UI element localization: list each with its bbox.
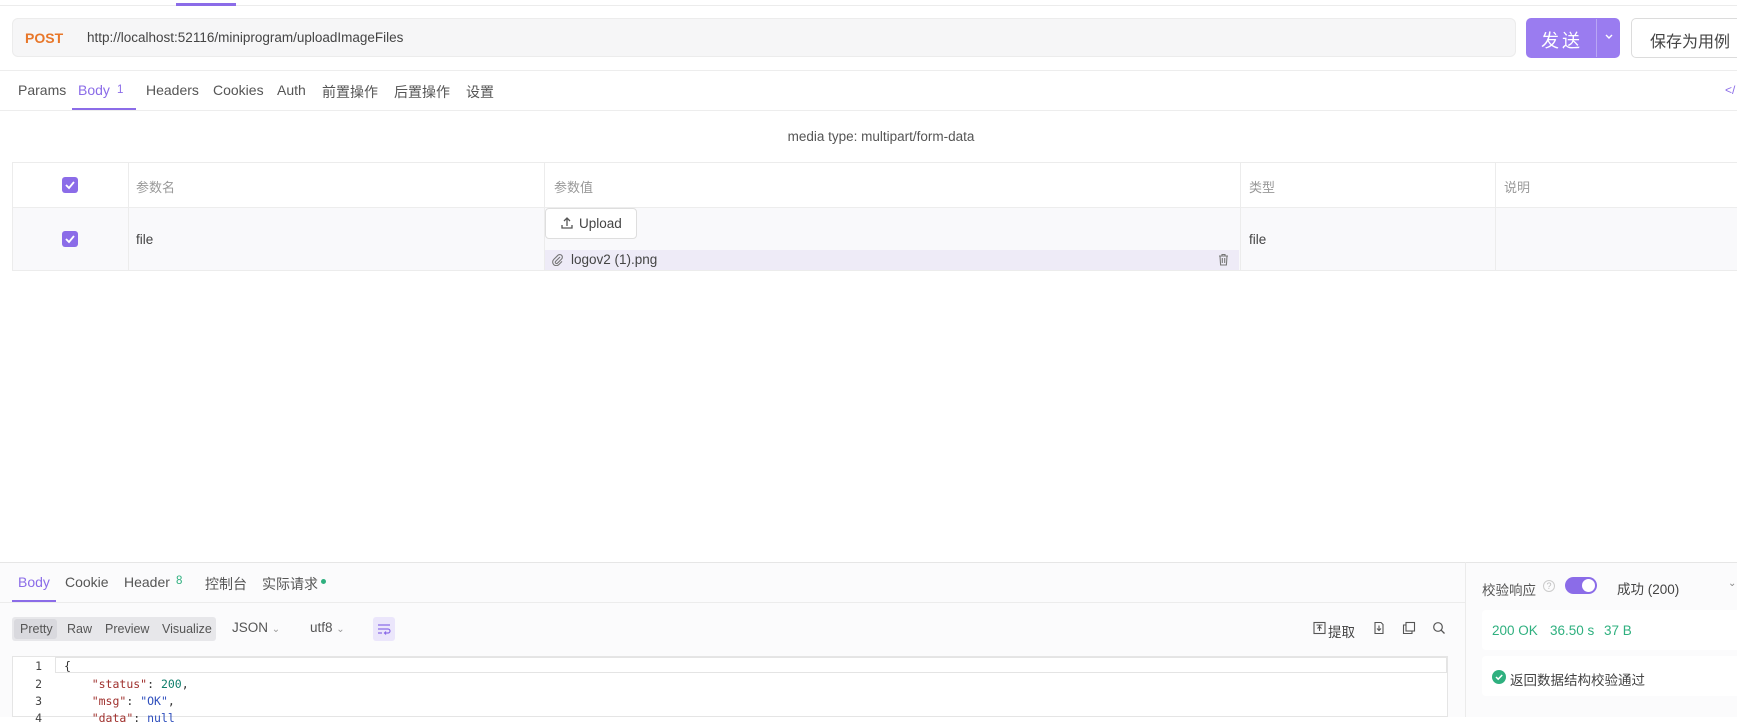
help-icon[interactable]: ? bbox=[1543, 580, 1555, 592]
body-count-badge: 1 bbox=[117, 84, 124, 96]
paperclip-icon bbox=[551, 253, 564, 271]
line-number: 1 bbox=[35, 659, 42, 673]
row-enabled-checkbox[interactable] bbox=[62, 231, 78, 247]
format-pretty[interactable]: Pretty bbox=[20, 622, 53, 636]
tab-body[interactable]: Body bbox=[78, 82, 110, 98]
code-line: "status": 200, bbox=[91, 677, 189, 691]
format-preview[interactable]: Preview bbox=[105, 622, 149, 636]
chevron-down-icon: ⌄ bbox=[271, 624, 281, 635]
media-type-label: media type: multipart/form-data bbox=[787, 129, 975, 144]
top-divider bbox=[0, 5, 1737, 6]
line-number: 2 bbox=[35, 677, 42, 691]
json-value: "OK" bbox=[140, 694, 168, 708]
encoding-select[interactable]: utf8 ⌄ bbox=[310, 620, 345, 635]
url-input[interactable]: http://localhost:52116/miniprogram/uploa… bbox=[87, 30, 403, 45]
chevron-down-icon: ⌄ bbox=[336, 624, 345, 635]
format-raw[interactable]: Raw bbox=[67, 622, 92, 636]
column-header-type: 类型 bbox=[1249, 180, 1276, 195]
response-tab-body[interactable]: Body bbox=[18, 574, 50, 590]
code-line: { bbox=[64, 659, 71, 673]
language-select[interactable]: JSON ⌄ bbox=[232, 620, 280, 635]
validate-response-label: 校验响应 bbox=[1482, 583, 1536, 598]
language-select-value: JSON bbox=[232, 620, 269, 635]
wrap-lines-icon bbox=[378, 624, 391, 635]
json-value: 200 bbox=[160, 677, 182, 691]
response-tabs-divider bbox=[0, 602, 1465, 603]
extract-icon bbox=[1313, 621, 1326, 640]
tab-auth[interactable]: Auth bbox=[277, 82, 306, 98]
tab-settings[interactable]: 设置 bbox=[466, 82, 494, 102]
encoding-select-value: utf8 bbox=[310, 620, 333, 635]
wrap-lines-button[interactable] bbox=[373, 617, 395, 641]
code-snippet-icon[interactable]: </ bbox=[1725, 83, 1735, 97]
status-dot-icon bbox=[321, 579, 326, 584]
tab-cookies[interactable]: Cookies bbox=[213, 82, 264, 98]
line-number: 3 bbox=[35, 694, 42, 708]
table-header-divider bbox=[13, 207, 1737, 208]
expected-response-select[interactable]: 成功 (200) bbox=[1617, 578, 1679, 598]
check-circle-icon bbox=[1492, 670, 1506, 684]
method-select[interactable]: POST bbox=[25, 30, 63, 46]
json-key: "status" bbox=[91, 677, 148, 691]
header-count-badge: 8 bbox=[176, 575, 183, 587]
response-tab-console[interactable]: 控制台 bbox=[205, 574, 247, 594]
response-size: 37 B bbox=[1604, 623, 1632, 638]
upload-icon bbox=[560, 216, 574, 235]
uploaded-file-name: logov2 (1).png bbox=[571, 252, 658, 267]
tab-headers[interactable]: Headers bbox=[146, 82, 199, 98]
current-line-highlight bbox=[55, 657, 1447, 673]
response-tab-actual-request[interactable]: 实际请求 bbox=[262, 574, 318, 594]
response-tab-header[interactable]: Header bbox=[124, 574, 170, 590]
response-panel-divider[interactable] bbox=[0, 562, 1737, 563]
validation-message: 返回数据结构校验通过 bbox=[1510, 673, 1645, 688]
chevron-down-icon[interactable]: ⌄ bbox=[1728, 578, 1736, 589]
send-button-label: 发送 bbox=[1541, 31, 1583, 51]
response-time: 36.50 s bbox=[1550, 623, 1595, 638]
download-icon[interactable] bbox=[1372, 621, 1386, 640]
table-col-divider bbox=[1240, 163, 1241, 270]
search-icon[interactable] bbox=[1432, 621, 1446, 640]
param-type-cell[interactable]: file bbox=[1249, 232, 1266, 247]
format-visualize[interactable]: Visualize bbox=[162, 622, 212, 636]
send-options-chevron-down-icon[interactable] bbox=[1603, 28, 1615, 44]
json-key: "msg" bbox=[91, 694, 127, 708]
code-line: "data": null bbox=[91, 711, 175, 725]
table-col-divider bbox=[1495, 163, 1496, 270]
response-side-divider bbox=[1465, 562, 1466, 717]
json-value: null bbox=[147, 711, 175, 725]
trash-icon[interactable] bbox=[1217, 253, 1230, 271]
upload-button-label: Upload bbox=[579, 216, 622, 231]
copy-icon[interactable] bbox=[1402, 621, 1416, 640]
column-header-name: 参数名 bbox=[136, 180, 176, 195]
column-header-value: 参数值 bbox=[554, 180, 594, 195]
extract-button[interactable]: 提取 bbox=[1328, 621, 1355, 641]
code-line: "msg": "OK", bbox=[91, 694, 175, 708]
send-button-divider bbox=[1596, 19, 1597, 57]
column-header-description: 说明 bbox=[1504, 180, 1531, 195]
response-tab-cookie[interactable]: Cookie bbox=[65, 574, 109, 590]
table-col-divider bbox=[128, 163, 129, 270]
toggle-knob bbox=[1582, 579, 1595, 592]
save-as-case-label: 保存为用例 bbox=[1650, 34, 1731, 51]
json-key: "data" bbox=[91, 711, 134, 725]
line-number: 4 bbox=[35, 711, 42, 725]
tab-post-operations[interactable]: 后置操作 bbox=[394, 82, 450, 102]
tabs-divider bbox=[0, 110, 1737, 111]
param-name-cell[interactable]: file bbox=[136, 232, 153, 247]
tab-pre-operations[interactable]: 前置操作 bbox=[322, 82, 378, 102]
status-code: 200 OK bbox=[1492, 623, 1538, 638]
select-all-checkbox[interactable] bbox=[62, 177, 78, 193]
url-bar-divider bbox=[0, 70, 1737, 71]
active-request-tab-indicator bbox=[176, 3, 236, 6]
tab-params[interactable]: Params bbox=[18, 82, 66, 98]
